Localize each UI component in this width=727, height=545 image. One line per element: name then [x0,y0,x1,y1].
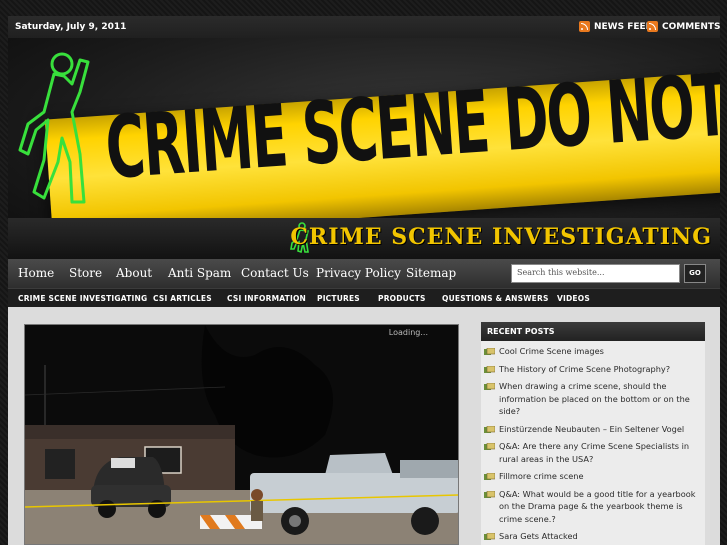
content-area: Loading... RECENT POSTS Cool Crime Scene… [8,307,720,545]
recent-post-link[interactable]: Q&A: Are there any Crime Scene Specialis… [499,441,689,464]
search-button[interactable]: GO [684,264,706,283]
cat-pictures[interactable]: PICTURES [317,294,360,303]
recent-post-item[interactable]: Fillmore crime scene [483,470,703,483]
cat-questions-answers[interactable]: QUESTIONS & ANSWERS [442,294,549,303]
nav-contact-us[interactable]: Contact Us [241,266,309,280]
nav-store[interactable]: Store [69,266,102,280]
news-feed-link[interactable]: NEWS FEED [579,21,653,32]
post-icon [484,383,495,390]
search-input[interactable]: Search this website... [511,264,680,283]
recent-post-link[interactable]: Einstürzende Neubauten – Ein Seltener Vo… [499,424,684,434]
slideshow-image[interactable]: Loading... [24,324,459,545]
nav-about[interactable]: About [116,266,152,280]
cat-csi-information[interactable]: CSI INFORMATION [227,294,306,303]
recent-posts-list: Cool Crime Scene images The History of Cr… [481,341,705,545]
loading-indicator: Loading... [388,328,428,337]
rss-icon [647,21,658,32]
comments-feed-link[interactable]: COMMENTS [647,21,720,32]
category-nav: CRIME SCENE INVESTIGATING CSI ARTICLES C… [8,288,720,307]
nav-home[interactable]: Home [18,266,54,280]
rss-icon [579,21,590,32]
news-feed-label: NEWS FEED [594,21,654,32]
recent-posts-widget: RECENT POSTS Cool Crime Scene images The … [481,322,705,545]
crime-scene-photo [25,325,458,544]
post-icon [484,425,495,433]
recent-post-item[interactable]: Sara Gets Attacked [483,530,703,543]
header-banner[interactable]: CRIME SCENE DO NOT CROSS CRIME SCENE INV… [8,38,720,259]
recent-post-link[interactable]: When drawing a crime scene, should the i… [499,381,690,416]
top-bar: Saturday, July 9, 2011 NEWS FEED COMMENT… [8,16,720,38]
recent-post-item[interactable]: The History of Crime Scene Photography? [483,363,703,376]
cat-products[interactable]: PRODUCTS [378,294,426,303]
main-nav: Home Store About Anti Spam Contact Us Pr… [8,259,720,288]
recent-post-item[interactable]: Q&A: Are there any Crime Scene Specialis… [483,440,703,465]
post-icon [484,443,495,450]
recent-posts-title: RECENT POSTS [481,322,705,341]
recent-post-link[interactable]: Cool Crime Scene images [499,346,604,356]
page: Saturday, July 9, 2011 NEWS FEED COMMENT… [0,0,727,545]
recent-post-link[interactable]: Sara Gets Attacked [499,531,578,541]
recent-post-link[interactable]: Q&A: What would be a good title for a ye… [499,489,696,524]
site-subtitle: CRIME SCENE INVESTIGATING [290,224,712,250]
nav-anti-spam[interactable]: Anti Spam [168,266,231,280]
nav-sitemap[interactable]: Sitemap [406,266,456,280]
recent-post-item[interactable]: When drawing a crime scene, should the i… [483,380,703,418]
recent-post-link[interactable]: Fillmore crime scene [499,471,584,481]
date-label: Saturday, July 9, 2011 [15,22,127,32]
recent-post-item[interactable]: Q&A: What would be a good title for a ye… [483,488,703,526]
nav-privacy-policy[interactable]: Privacy Policy [316,266,401,280]
cat-csi-articles[interactable]: CSI ARTICLES [153,294,212,303]
post-icon [484,348,495,355]
recent-post-item[interactable]: Einstürzende Neubauten – Ein Seltener Vo… [483,423,703,436]
cat-videos[interactable]: VIDEOS [557,294,590,303]
cat-crime-scene-investigating[interactable]: CRIME SCENE INVESTIGATING [18,294,147,303]
body-outline-icon [18,52,90,204]
post-icon [484,533,495,540]
post-icon [484,473,495,480]
post-icon [484,365,495,373]
comments-feed-label: COMMENTS [662,21,721,32]
post-icon [484,490,495,498]
recent-post-item[interactable]: Cool Crime Scene images [483,345,703,358]
recent-post-link[interactable]: The History of Crime Scene Photography? [499,364,670,374]
